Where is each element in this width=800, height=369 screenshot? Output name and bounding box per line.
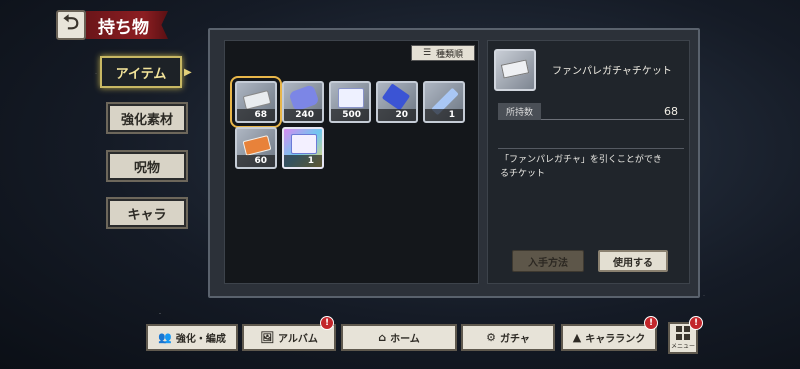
blue-crystal-icon [381, 83, 411, 111]
page-title: 持ち物 [86, 11, 168, 39]
orange-ticket-icon [242, 135, 272, 156]
acquire-method-button[interactable]: 入手方法 [512, 250, 584, 272]
item-quantity: 1 [284, 155, 322, 167]
nav-character-rank[interactable]: ▲ キャラランク [561, 324, 657, 351]
ticket-icon [242, 90, 272, 110]
item-slot-crystal-bag[interactable]: 240 [282, 81, 324, 123]
item-quantity: 68 [237, 109, 275, 121]
nav-label: キャラランク [585, 334, 646, 345]
description-divider [498, 148, 684, 149]
menu-notification-badge: ! [689, 316, 703, 330]
item-description: 「ファンパレガチャ」を引くことができ るチケット [500, 153, 684, 181]
item-slot-orange-ticket[interactable]: 60 [235, 127, 277, 169]
sort-button[interactable]: ☰ 種類順 [411, 45, 475, 61]
nav-label: 強化・編成 [175, 334, 226, 345]
tab-items[interactable]: アイテム [100, 56, 182, 88]
sort-icon: ☰ [422, 48, 432, 58]
item-quantity: 500 [331, 109, 369, 121]
rank-notification-badge: ! [644, 316, 658, 330]
back-button[interactable]: ⮌ [56, 10, 86, 40]
rank-icon: ▲ [572, 331, 582, 344]
nav-label: ホーム [390, 334, 420, 345]
nav-label: ガチャ [499, 334, 530, 345]
item-slot-dice[interactable]: 500 [329, 81, 371, 123]
owned-count-row: 所持数 68 [498, 103, 684, 120]
gacha-icon: ⚙ [486, 331, 496, 344]
nav-enhance-formation[interactable]: 👥 強化・編成 [146, 324, 238, 351]
nav-gacha[interactable]: ⚙ ガチャ [461, 324, 555, 351]
item-quantity: 1 [425, 109, 463, 121]
item-description-line-1: 「ファンパレガチャ」を引くことができ [500, 155, 662, 165]
nav-label: アルバム [278, 334, 318, 345]
active-tab-arrow-icon: ▶ [184, 67, 192, 78]
back-arrow-icon: ⮌ [62, 10, 80, 34]
detail-item-name: ファンパレガチャチケット [552, 66, 672, 77]
crystal-bag-icon [288, 84, 320, 112]
item-description-line-2: るチケット [500, 169, 546, 179]
rainbow-ticket-icon [291, 134, 317, 154]
group-icon: 👥 [158, 331, 172, 344]
item-slot-vial[interactable]: 1 [423, 81, 465, 123]
album-notification-badge: ! [320, 316, 334, 330]
item-slot-blue-crystal[interactable]: 20 [376, 81, 418, 123]
nav-home[interactable]: ⌂ ホーム [341, 324, 457, 351]
menu-label: メニュー [670, 343, 695, 350]
item-slot-rainbow-ticket[interactable]: 1 [282, 127, 324, 169]
dice-icon [338, 88, 364, 108]
tab-characters[interactable]: キャラ [106, 197, 188, 229]
sort-label: 種類順 [436, 49, 464, 60]
use-button[interactable]: 使用する [598, 250, 668, 272]
owned-count-value: 68 [664, 105, 678, 118]
album-icon: 🖼 [260, 331, 275, 344]
menu-grid-icon [676, 326, 690, 340]
home-icon: ⌂ [378, 331, 387, 344]
tab-cursed-objects[interactable]: 呪物 [106, 150, 188, 182]
item-quantity: 60 [237, 155, 275, 167]
detail-ticket-icon [494, 49, 536, 91]
owned-count-label: 所持数 [498, 103, 542, 120]
tab-enhance-materials[interactable]: 強化素材 [106, 102, 188, 134]
item-quantity: 240 [284, 109, 322, 121]
item-slot-ticket[interactable]: 68 [230, 76, 282, 128]
item-quantity: 20 [378, 109, 416, 121]
